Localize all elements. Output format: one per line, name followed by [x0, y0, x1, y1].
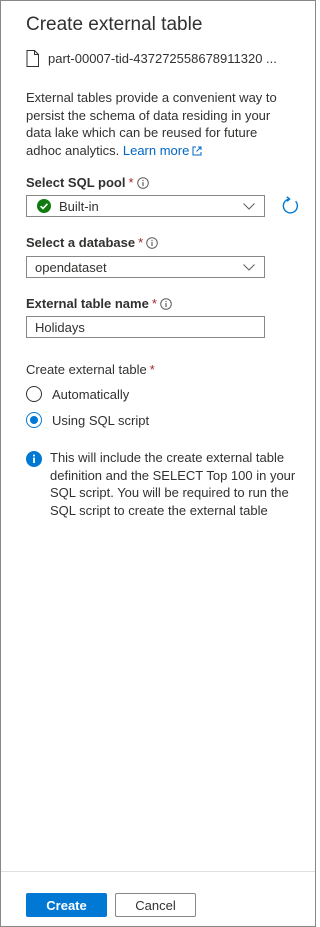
- radio-button-selected[interactable]: [26, 412, 42, 428]
- create-external-table-panel: Create external table part-00007-tid-437…: [0, 0, 316, 927]
- table-name-value: Holidays: [35, 319, 85, 335]
- sql-pool-label-text: Select SQL pool: [26, 175, 126, 190]
- database-value: opendataset: [35, 259, 107, 275]
- required-marker: *: [128, 175, 134, 190]
- table-name-input[interactable]: Holidays: [26, 316, 265, 338]
- table-name-label-text: External table name: [26, 296, 149, 311]
- sql-pool-dropdown[interactable]: Built-in: [26, 195, 265, 217]
- required-marker: *: [151, 296, 157, 311]
- create-button[interactable]: Create: [26, 893, 107, 917]
- radio-automatically-label: Automatically: [52, 386, 130, 402]
- info-note-text: This will include the create external ta…: [50, 450, 296, 518]
- info-icon[interactable]: [146, 236, 158, 249]
- radio-using-sql-script[interactable]: Using SQL script: [26, 412, 149, 428]
- required-marker: *: [149, 362, 155, 377]
- info-icon: [26, 451, 42, 519]
- radio-using-sql-script-label: Using SQL script: [52, 412, 150, 428]
- table-name-label: External table name *: [26, 296, 172, 311]
- sql-pool-label: Select SQL pool *: [26, 175, 149, 190]
- file-row: part-00007-tid-437272558678911320 ...: [26, 50, 277, 67]
- refresh-icon[interactable]: [280, 196, 300, 221]
- learn-more-link[interactable]: Learn more: [123, 143, 202, 158]
- required-marker: *: [138, 235, 144, 250]
- external-link-icon: [192, 143, 202, 161]
- chevron-down-icon: [243, 263, 255, 271]
- database-dropdown[interactable]: opendataset: [26, 256, 265, 278]
- database-label-text: Select a database: [26, 235, 136, 250]
- chevron-down-icon: [243, 202, 255, 210]
- cancel-button[interactable]: Cancel: [115, 893, 196, 917]
- description: External tables provide a convenient way…: [26, 89, 291, 160]
- info-icon[interactable]: [136, 176, 149, 189]
- learn-more-label: Learn more: [122, 142, 190, 158]
- file-icon: [26, 50, 39, 67]
- sql-pool-value: Built-in: [59, 198, 99, 214]
- info-note: This will include the create external ta…: [26, 449, 296, 519]
- file-name: part-00007-tid-437272558678911320 ...: [48, 51, 277, 66]
- database-label: Select a database *: [26, 235, 158, 250]
- create-mode-label-text: Create external table: [26, 362, 147, 377]
- radio-automatically[interactable]: Automatically: [26, 386, 129, 402]
- footer-divider: [1, 871, 315, 872]
- radio-button[interactable]: [26, 386, 42, 402]
- check-circle-icon: [37, 199, 51, 213]
- create-mode-label: Create external table *: [26, 362, 155, 377]
- info-icon[interactable]: [160, 297, 172, 310]
- panel-title: Create external table: [26, 14, 203, 35]
